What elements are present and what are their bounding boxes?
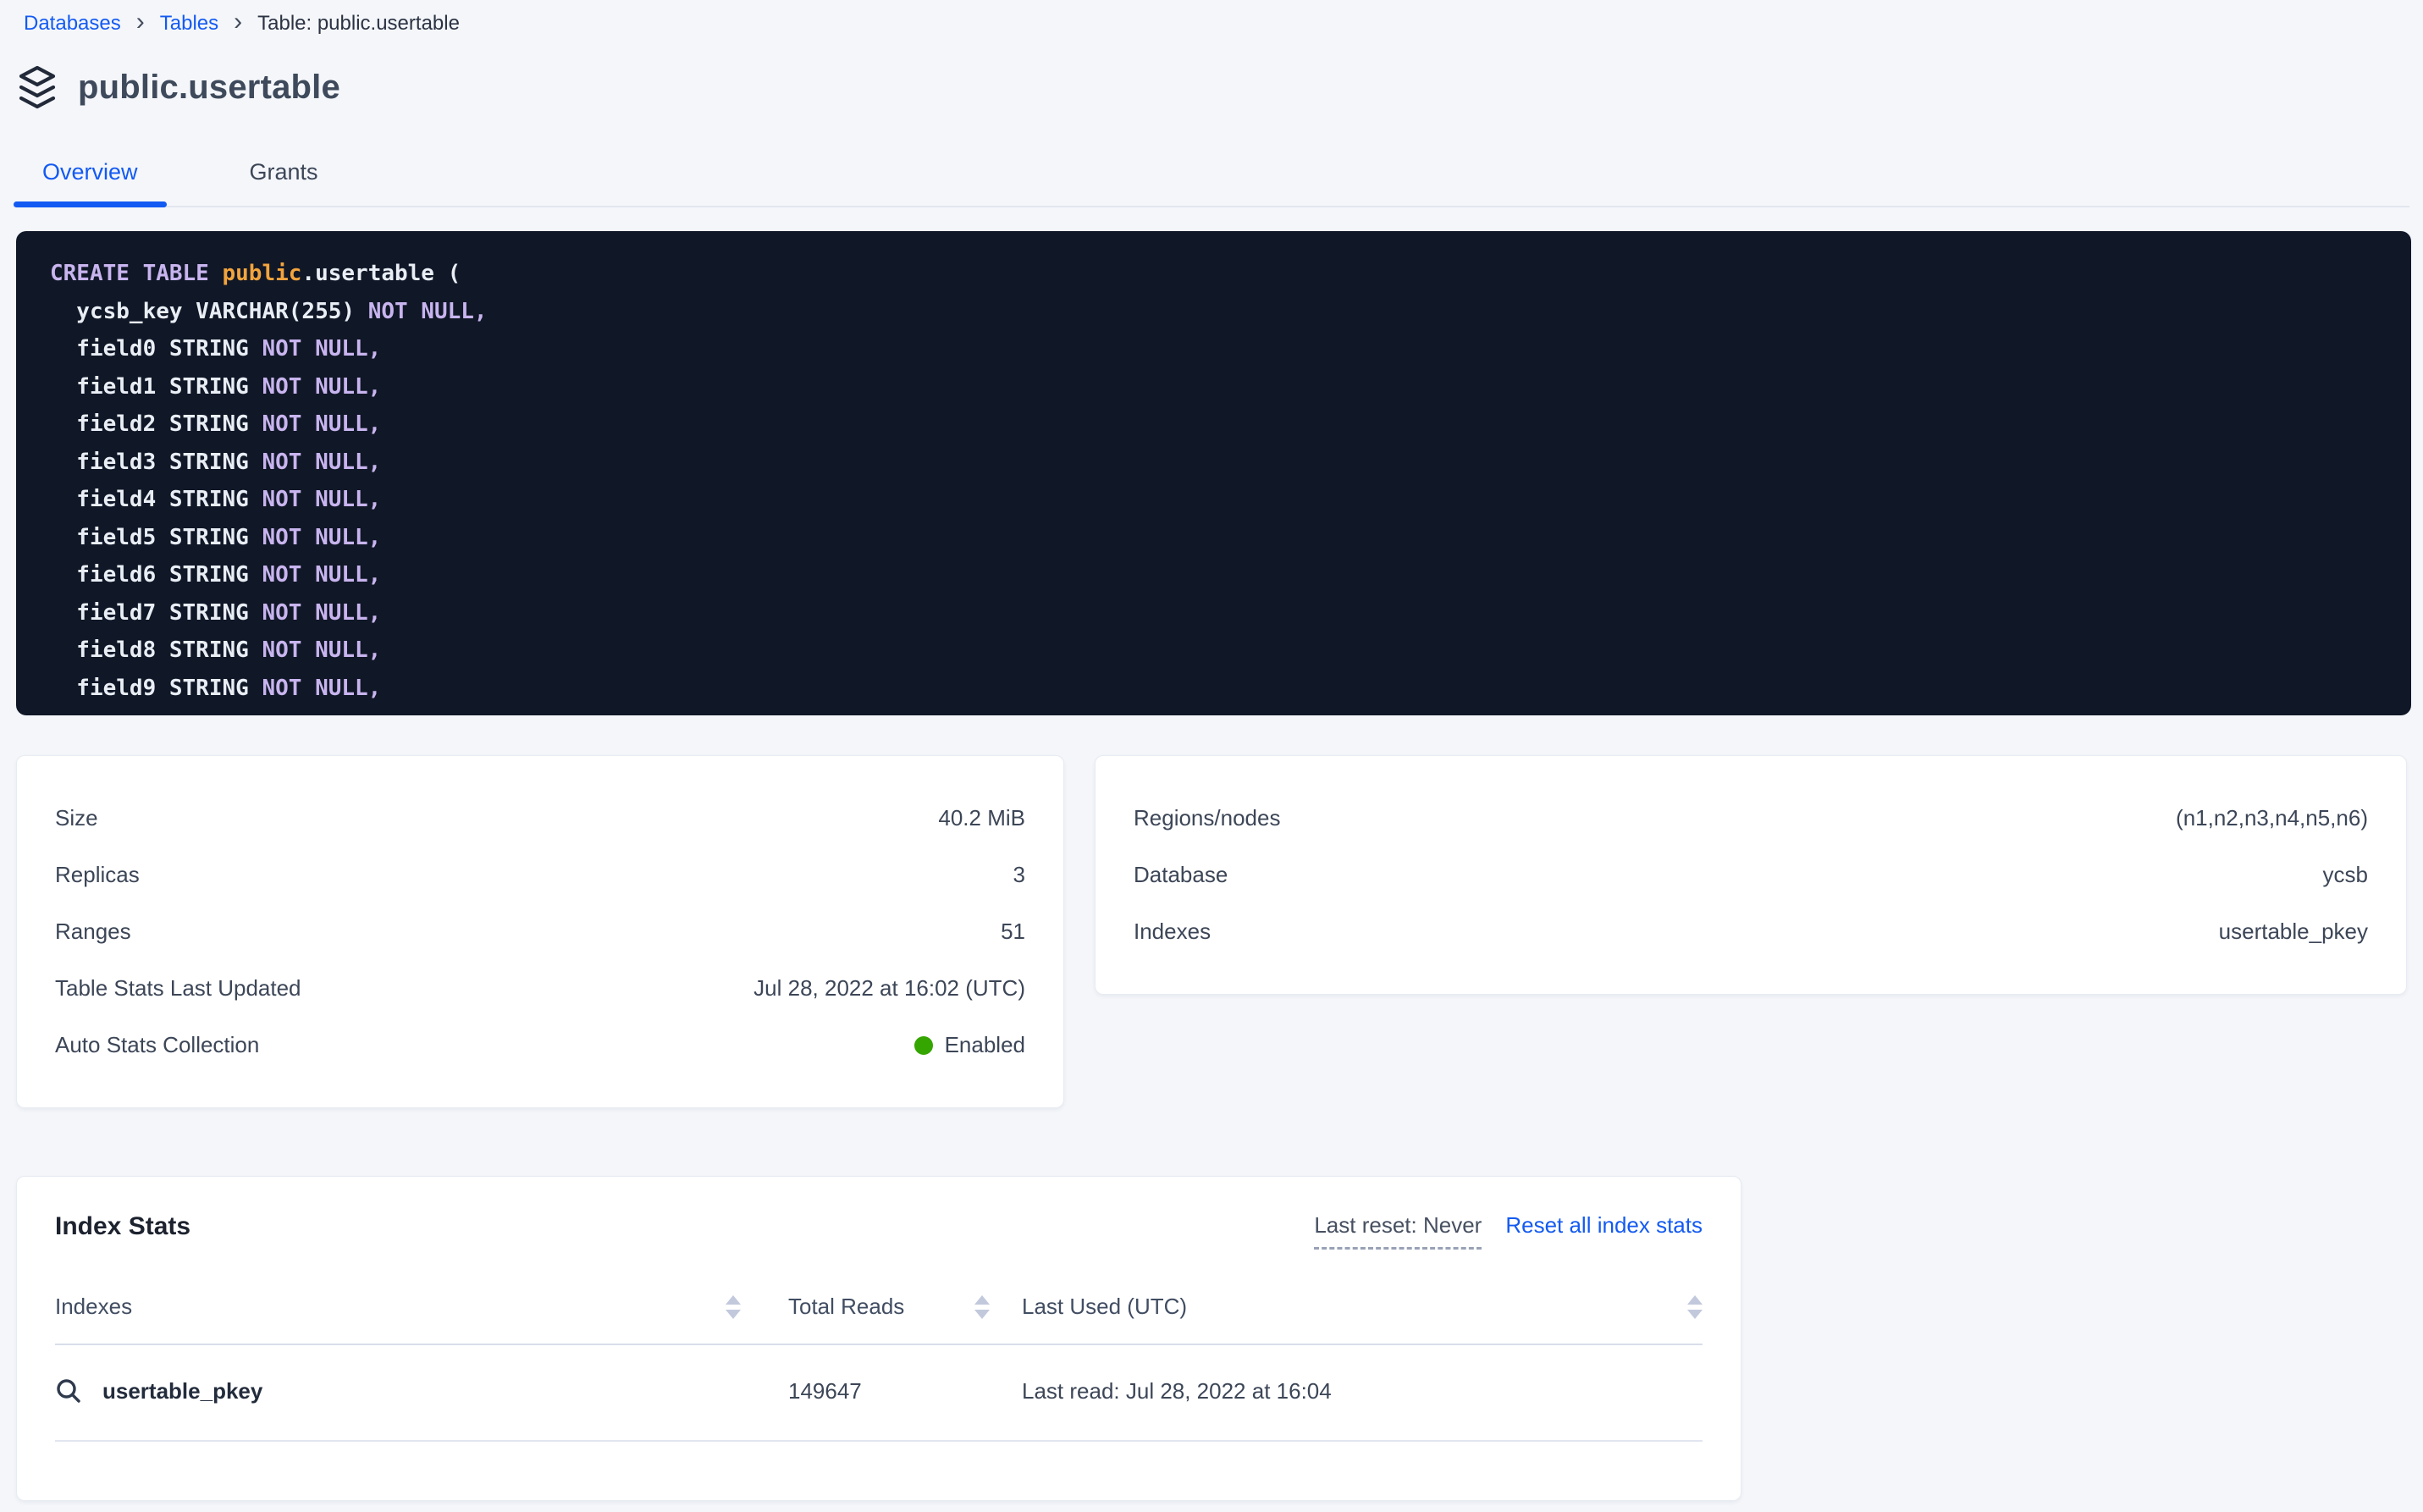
column-header-indexes[interactable]: Indexes [55, 1294, 741, 1320]
magnifier-icon [55, 1377, 82, 1404]
stat-label-auto-stats: Auto Stats Collection [55, 1032, 259, 1058]
stat-row-stats-updated: Table Stats Last Updated Jul 28, 2022 at … [55, 960, 1025, 1017]
tab-overview[interactable]: Overview [14, 159, 167, 206]
column-header-total-reads[interactable]: Total Reads [741, 1294, 990, 1320]
stat-label-stats-updated: Table Stats Last Updated [55, 975, 301, 1002]
column-label-indexes: Indexes [55, 1294, 132, 1320]
sql-line: field1 STRING NOT NULL, [50, 368, 2394, 406]
stat-row-regions: Regions/nodes (n1,n2,n3,n4,n5,n6) [1134, 790, 2368, 847]
last-reset-label[interactable]: Last reset: Never [1314, 1212, 1482, 1250]
last-used-cell: Last read: Jul 28, 2022 at 16:04 [990, 1378, 1703, 1404]
index-name-cell[interactable]: usertable_pkey [55, 1377, 741, 1404]
sql-line: ycsb_key VARCHAR(255) NOT NULL, [50, 293, 2394, 331]
stat-value-regions: (n1,n2,n3,n4,n5,n6) [2176, 805, 2368, 831]
sql-line: CREATE TABLE public.usertable ( [50, 255, 2394, 293]
stat-label-replicas: Replicas [55, 862, 140, 888]
column-header-last-used[interactable]: Last Used (UTC) [990, 1294, 1703, 1320]
table-row: usertable_pkey 149647Last read: Jul 28, 2… [55, 1345, 1703, 1442]
breadcrumb-item-current: Table: public.usertable [257, 12, 460, 36]
stat-value-ranges: 51 [1001, 919, 1025, 945]
sort-arrows-icon[interactable] [726, 1295, 741, 1319]
column-label-last-used: Last Used (UTC) [1022, 1294, 1187, 1320]
page-title: public.usertable [78, 69, 340, 107]
breadcrumb-item-tables[interactable]: Tables [160, 12, 218, 36]
breadcrumb-separator-icon: › [234, 12, 242, 32]
sql-line: field5 STRING NOT NULL, [50, 519, 2394, 557]
stat-row-auto-stats: Auto Stats Collection Enabled [55, 1017, 1025, 1073]
sort-arrows-icon[interactable] [1687, 1295, 1703, 1319]
stat-value-replicas: 3 [1013, 862, 1025, 888]
stat-label-ranges: Ranges [55, 919, 131, 945]
sql-line: field3 STRING NOT NULL, [50, 444, 2394, 482]
tab-bar: Overview Grants [14, 159, 2409, 207]
sql-line: field4 STRING NOT NULL, [50, 481, 2394, 519]
stat-value-stats-updated: Jul 28, 2022 at 16:02 (UTC) [753, 975, 1025, 1002]
stat-label-size: Size [55, 805, 98, 831]
sql-line: field6 STRING NOT NULL, [50, 556, 2394, 594]
tab-grants[interactable]: Grants [221, 159, 347, 206]
stat-row-ranges: Ranges 51 [55, 903, 1025, 960]
reset-all-index-stats-link[interactable]: Reset all index stats [1505, 1212, 1703, 1239]
index-stats-title: Index Stats [55, 1212, 190, 1241]
sql-line: field0 STRING NOT NULL, [50, 330, 2394, 368]
total-reads-cell: 149647 [741, 1378, 990, 1404]
stat-row-indexes: Indexes usertable_pkey [1134, 903, 2368, 960]
index-name: usertable_pkey [102, 1378, 262, 1404]
index-stats-table: Indexes Total Reads Last Used (UTC) userta… [55, 1294, 1703, 1442]
layers-icon [17, 64, 58, 110]
stat-row-replicas: Replicas 3 [55, 847, 1025, 903]
database-details-card: Regions/nodes (n1,n2,n3,n4,n5,n6) Database… [1095, 755, 2407, 995]
sql-line: field8 STRING NOT NULL, [50, 632, 2394, 670]
breadcrumb-item-databases[interactable]: Databases [24, 12, 121, 36]
column-label-total-reads: Total Reads [788, 1294, 904, 1320]
index-stats-table-header: Indexes Total Reads Last Used (UTC) [55, 1294, 1703, 1345]
sort-arrows-icon[interactable] [974, 1295, 990, 1319]
stat-label-database: Database [1134, 862, 1228, 888]
table-details-card: Size 40.2 MiB Replicas 3 Ranges 51 Table Stats… [16, 755, 1064, 1108]
detail-cards-row: Size 40.2 MiB Replicas 3 Ranges 51 Table Stats… [16, 755, 2411, 1108]
stat-value-auto-stats: Enabled [914, 1032, 1025, 1058]
breadcrumb: Databases › Tables › Table: public.usertable [0, 0, 2423, 36]
breadcrumb-separator-icon: › [136, 12, 145, 32]
status-dot-icon [914, 1036, 933, 1055]
stat-row-database: Database ycsb [1134, 847, 2368, 903]
create-table-sql-box: CREATE TABLE public.usertable ( ycsb_key… [16, 231, 2411, 715]
stat-value-database: ycsb [2323, 862, 2368, 888]
sql-line: field7 STRING NOT NULL, [50, 594, 2394, 632]
stat-value-size: 40.2 MiB [938, 805, 1025, 831]
sql-line: field9 STRING NOT NULL, [50, 670, 2394, 708]
stat-label-indexes: Indexes [1134, 919, 1211, 945]
sql-line: field2 STRING NOT NULL, [50, 406, 2394, 444]
stat-row-size: Size 40.2 MiB [55, 790, 1025, 847]
index-stats-card: Index Stats Last reset: Never Reset all … [16, 1176, 1741, 1501]
stat-label-regions: Regions/nodes [1134, 805, 1280, 831]
stat-value-indexes: usertable_pkey [2219, 919, 2368, 945]
page-title-row: public.usertable [17, 64, 2423, 110]
